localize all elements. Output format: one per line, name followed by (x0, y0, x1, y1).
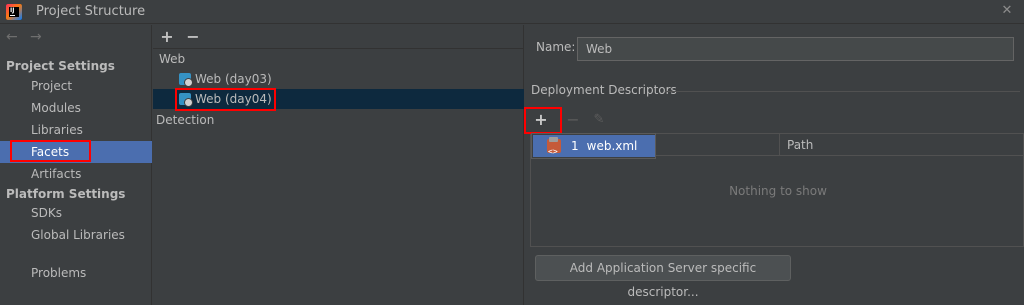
popup-item-number: 1 (571, 139, 579, 153)
sidebar-item-problems[interactable]: Problems (0, 262, 152, 284)
web-facet-icon (179, 93, 193, 107)
sidebar-item-artifacts[interactable]: Artifacts (0, 163, 152, 185)
back-arrow-icon[interactable]: ← (6, 29, 24, 45)
descriptor-popup-menu: 1 web.xml (531, 133, 656, 163)
deployment-descriptors-title: Deployment Descriptors (531, 83, 677, 97)
popup-item-label: web.xml (586, 139, 638, 153)
section-platform-settings: Platform Settings (6, 187, 126, 201)
add-facet-plus-icon[interactable]: + (157, 27, 177, 47)
sidebar-item-modules[interactable]: Modules (0, 97, 152, 119)
table-header-path[interactable]: Path (779, 134, 1024, 156)
tree-group-web[interactable]: Web (159, 49, 185, 69)
section-divider (665, 91, 1020, 92)
section-project-settings: Project Settings (6, 59, 115, 73)
intellij-logo-icon: IJ (6, 4, 22, 20)
tree-item-label: Web (day03) (195, 72, 272, 86)
popup-item-web-xml[interactable]: 1 web.xml (533, 135, 655, 163)
nav-arrows: ← → (6, 29, 54, 49)
sidebar-item-project[interactable]: Project (0, 75, 152, 97)
window-title: Project Structure (36, 4, 146, 19)
empty-table-message: Nothing to show (729, 184, 827, 198)
edit-pencil-icon[interactable]: ✎ (589, 110, 609, 130)
facets-tree-panel: + − Web Web (day03) Web (day04) Detectio… (153, 25, 524, 305)
tree-item-web-day03[interactable]: Web (day03) (179, 69, 272, 89)
name-input[interactable] (577, 37, 1014, 61)
sidebar-item-global-libraries[interactable]: Global Libraries (0, 224, 152, 246)
tree-item-label: Web (day04) (195, 92, 272, 106)
name-label: Name: (536, 40, 576, 54)
add-server-descriptor-button[interactable]: Add Application Server specific descript… (535, 255, 791, 299)
sidebar-item-sdks[interactable]: SDKs (0, 202, 152, 224)
close-icon[interactable]: ✕ (1000, 4, 1014, 18)
remove-facet-minus-icon[interactable]: − (183, 27, 203, 47)
forward-arrow-icon[interactable]: → (30, 29, 48, 45)
tree-item-web-day04[interactable]: Web (day04) (153, 89, 524, 109)
title-bar: IJ Project Structure ✕ (0, 0, 1024, 24)
add-descriptor-plus-icon[interactable]: + (531, 109, 551, 131)
tree-toolbar: + − (153, 25, 524, 49)
sidebar-item-facets[interactable]: Facets (0, 141, 152, 163)
xml-file-icon (547, 137, 561, 163)
tree-item-detection[interactable]: Detection (156, 110, 214, 130)
facet-details-panel: Name: Deployment Descriptors + − ✎ Path … (525, 25, 1024, 305)
sidebar-item-libraries[interactable]: Libraries (0, 119, 152, 141)
settings-sidebar: ← → Project Settings Project Modules Libr… (0, 25, 152, 305)
web-facet-icon (179, 73, 193, 87)
remove-descriptor-minus-icon[interactable]: − (563, 109, 583, 131)
